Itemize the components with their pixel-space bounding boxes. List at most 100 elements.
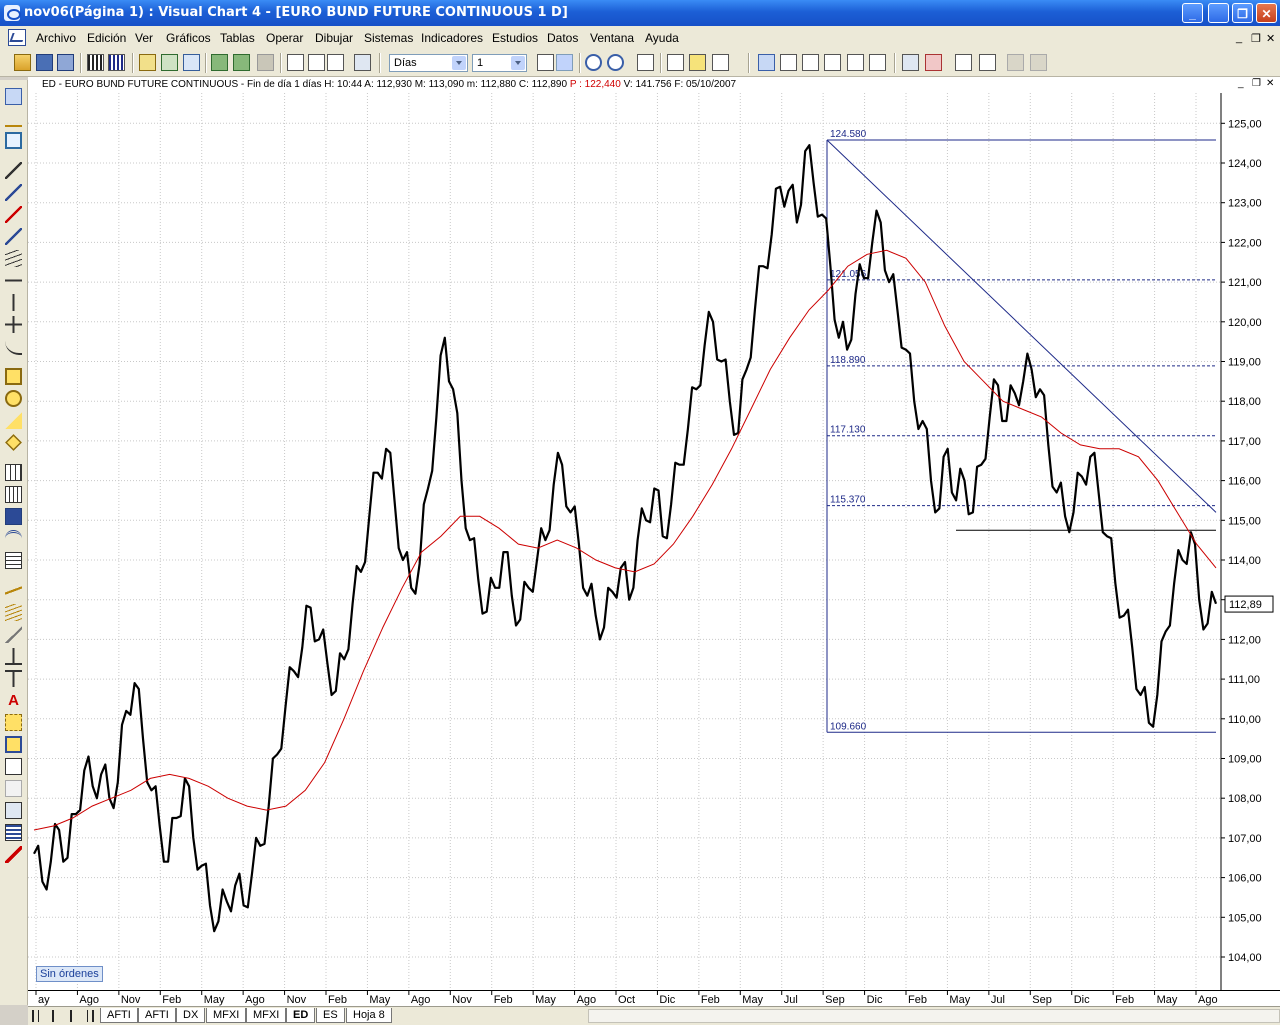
pane-close-button[interactable]: ✕ <box>1266 78 1274 89</box>
arrow-down-icon[interactable] <box>5 670 22 687</box>
fibonacci-time-icon[interactable] <box>5 486 22 503</box>
arc-icon[interactable] <box>5 338 22 355</box>
vertical-line-icon[interactable] <box>5 294 22 311</box>
menu-dibujar[interactable]: Dibujar <box>315 31 353 45</box>
highlight-icon[interactable] <box>689 54 706 71</box>
price-chart[interactable]: 104,00 105,00 106,00 107,00 108,00 109,00 110,… <box>28 93 1280 990</box>
zoom-area-icon[interactable] <box>5 780 22 797</box>
restore-button[interactable]: ❐ <box>1232 3 1253 23</box>
color-brush-icon[interactable] <box>5 846 22 863</box>
mdi-minimize-button[interactable]: _ <box>1236 32 1242 44</box>
order-icon[interactable] <box>955 54 972 71</box>
save-icon[interactable] <box>36 54 53 71</box>
gann-grid-icon[interactable] <box>5 464 22 481</box>
prev-tab-icon[interactable] <box>48 1010 58 1022</box>
layout-5-icon[interactable] <box>847 54 864 71</box>
fit-chart-icon[interactable] <box>637 54 654 71</box>
open-icon[interactable] <box>14 54 31 71</box>
line-tool-icon[interactable] <box>5 162 22 179</box>
pointer-icon[interactable] <box>5 88 22 105</box>
menu-ayuda[interactable]: Ayuda <box>645 31 679 45</box>
angle-icon[interactable] <box>5 626 22 643</box>
alert-remove-icon[interactable] <box>925 54 942 71</box>
layout-2-icon[interactable] <box>780 54 797 71</box>
rectangle-icon[interactable] <box>5 368 22 385</box>
chart-style-dropdown-icon[interactable] <box>556 54 573 71</box>
menu-operar[interactable]: Operar <box>266 31 303 45</box>
scroll-range-icon[interactable] <box>327 54 344 71</box>
extended-line-icon[interactable] <box>5 228 22 245</box>
crosshair-icon[interactable] <box>354 54 371 71</box>
diamond-icon[interactable] <box>5 434 22 451</box>
speed-line-icon[interactable] <box>5 582 22 599</box>
close-button[interactable]: ✕ <box>1256 3 1277 23</box>
sheet-tab-afti-1[interactable]: AFTI <box>100 1008 138 1023</box>
multiplier-select[interactable]: 1 <box>472 54 527 72</box>
trendline-icon[interactable] <box>5 184 22 201</box>
label-icon[interactable] <box>5 736 22 753</box>
first-tab-icon[interactable] <box>32 1010 44 1022</box>
orders-status[interactable]: Sin órdenes <box>36 966 103 982</box>
drawing-list-icon[interactable] <box>5 802 22 819</box>
sheet-tab-mfxi-2[interactable]: MFXI <box>246 1008 287 1023</box>
mdi-restore-button[interactable]: ❐ <box>1251 32 1261 45</box>
sheet-tab-afti-2[interactable]: AFTI <box>138 1008 176 1023</box>
menu-sistemas[interactable]: Sistemas <box>364 31 413 45</box>
menu-estudios[interactable]: Estudios <box>492 31 538 45</box>
order-book-icon[interactable] <box>979 54 996 71</box>
zoom-in-icon[interactable] <box>607 54 624 71</box>
zoom-out-icon[interactable] <box>585 54 602 71</box>
price-chart-canvas[interactable]: 104,00 105,00 106,00 107,00 108,00 109,00 110,… <box>28 93 1280 990</box>
next-tab-icon[interactable] <box>66 1010 76 1022</box>
menu-ver[interactable]: Ver <box>135 31 153 45</box>
alert-icon[interactable] <box>902 54 919 71</box>
andrews-pitchfork-icon[interactable] <box>5 604 22 621</box>
sheet-tab-es[interactable]: ES <box>316 1008 345 1023</box>
template-icon[interactable] <box>183 54 200 71</box>
menu-graficos[interactable]: Gráficos <box>166 31 211 45</box>
app-icon[interactable] <box>4 5 21 21</box>
indicator-icon[interactable] <box>211 54 228 71</box>
layout-3-icon[interactable] <box>802 54 819 71</box>
crosshair-tool-icon[interactable] <box>5 110 22 127</box>
pen-icon[interactable] <box>712 54 729 71</box>
menu-datos[interactable]: Datos <box>547 31 578 45</box>
mdi-close-button[interactable]: ✕ <box>1266 32 1275 45</box>
ray-line-icon[interactable] <box>5 206 22 223</box>
sheet-tab-mfxi-1[interactable]: MFXI <box>206 1008 247 1023</box>
folder-chart-icon[interactable] <box>139 54 156 71</box>
trade-icon[interactable] <box>257 54 274 71</box>
cross-line-icon[interactable] <box>5 316 22 333</box>
menu-indicadores[interactable]: Indicadores <box>421 31 483 45</box>
bar-chart-icon[interactable] <box>87 54 104 71</box>
object-manager-icon[interactable] <box>5 824 22 841</box>
fibonacci-arc-icon[interactable] <box>5 530 22 547</box>
chevron-down-icon[interactable] <box>511 56 525 70</box>
system-icon[interactable] <box>233 54 250 71</box>
arrow-up-icon[interactable] <box>5 648 22 665</box>
ellipse-icon[interactable] <box>5 390 22 407</box>
minimize-icon[interactable] <box>1208 3 1229 23</box>
menu-tablas[interactable]: Tablas <box>220 31 255 45</box>
chart-style-icon[interactable] <box>537 54 554 71</box>
properties-icon[interactable] <box>287 54 304 71</box>
sheet-tab-ed[interactable]: ED <box>286 1008 316 1023</box>
horizontal-scrollbar[interactable] <box>588 1009 1280 1023</box>
layout-1-icon[interactable] <box>758 54 775 71</box>
fibonacci-retracement-icon[interactable] <box>5 552 22 569</box>
triangle-icon[interactable] <box>5 412 22 429</box>
fibonacci-fan-icon[interactable] <box>5 508 22 525</box>
last-tab-icon[interactable] <box>82 1010 94 1022</box>
layout-6-icon[interactable] <box>869 54 886 71</box>
rectangle-select-icon[interactable] <box>5 132 22 149</box>
pane-restore-button[interactable]: ❐ <box>1252 78 1261 89</box>
candle-chart-icon[interactable] <box>108 54 125 71</box>
text-tool-icon[interactable]: A <box>5 692 22 709</box>
pane-minimize-button[interactable]: _ <box>1238 78 1244 89</box>
chevron-down-icon[interactable] <box>452 56 466 70</box>
chart-wizard-icon[interactable] <box>161 54 178 71</box>
layout-4-icon[interactable] <box>824 54 841 71</box>
save-all-icon[interactable] <box>57 54 74 71</box>
cursor-line-icon[interactable] <box>667 54 684 71</box>
channel-icon[interactable] <box>5 250 22 267</box>
